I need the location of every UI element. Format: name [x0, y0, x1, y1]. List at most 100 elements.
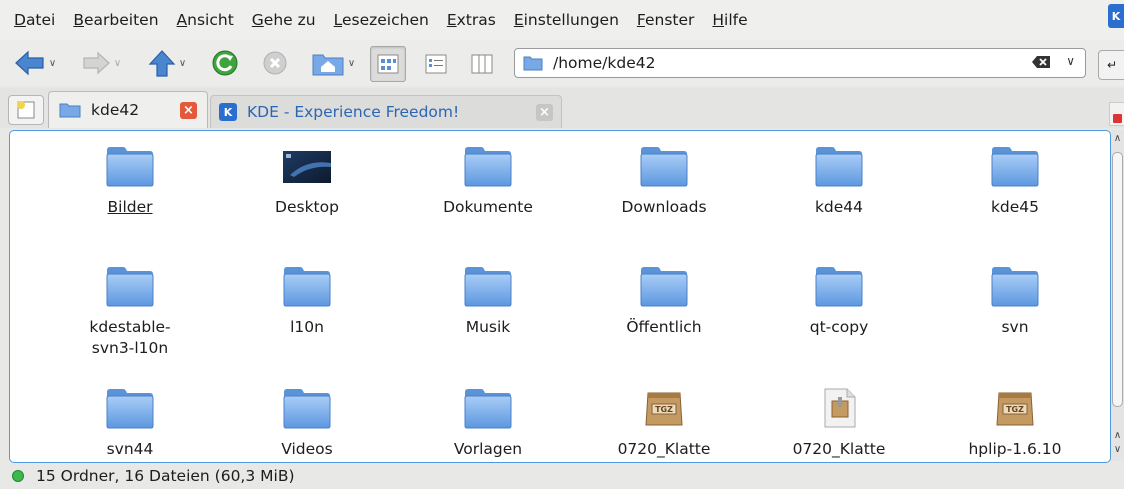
- up-button[interactable]: ∨: [142, 47, 192, 79]
- file-name: Downloads: [621, 198, 707, 216]
- tgz-archive-icon: TGZ: [996, 392, 1034, 426]
- file-name: svn: [1001, 318, 1029, 336]
- file-item[interactable]: Musik: [408, 265, 568, 338]
- scrollbar-thumb[interactable]: [1112, 152, 1123, 407]
- file-name: Vorlagen: [453, 440, 523, 458]
- tab-kde42[interactable]: kde42 ×: [48, 91, 208, 128]
- file-item[interactable]: Bilder: [50, 145, 210, 218]
- file-item[interactable]: l10n: [227, 265, 387, 338]
- back-button[interactable]: ∨: [10, 47, 60, 79]
- scroll-down-icon[interactable]: ∧ ∨: [1111, 429, 1124, 455]
- chevron-down-icon[interactable]: ∨: [114, 58, 121, 69]
- location-bar[interactable]: /home/kde42 ∨: [514, 48, 1086, 78]
- details-view-icon: [425, 54, 447, 74]
- file-name: svn44: [106, 440, 154, 458]
- folder-icon: [523, 56, 543, 71]
- file-name: qt-copy: [809, 318, 869, 336]
- file-name: Musik: [465, 318, 511, 336]
- menu-fenster[interactable]: Fenster: [635, 11, 697, 29]
- file-name: kde44: [814, 198, 864, 216]
- chevron-down-icon[interactable]: ∨: [1066, 54, 1075, 68]
- tab-label: kde42: [91, 101, 140, 119]
- file-item[interactable]: qt-copy: [759, 265, 919, 338]
- folder-icon: [464, 389, 512, 429]
- return-icon: ↵: [1106, 58, 1118, 72]
- tgz-archive-icon: TGZ: [645, 392, 683, 426]
- folder-icon: [283, 267, 331, 307]
- file-item[interactable]: svn: [935, 265, 1095, 338]
- file-item[interactable]: TGZ hplip-1.6.10: [935, 387, 1095, 460]
- file-name: Videos: [281, 440, 333, 458]
- menu-einstellungen[interactable]: Einstellungen: [512, 11, 621, 29]
- vertical-scrollbar[interactable]: ∧ ∧ ∨: [1111, 130, 1124, 461]
- desktop-icon: [283, 151, 331, 183]
- file-item[interactable]: Desktop: [227, 145, 387, 218]
- menu-lesezeichen[interactable]: Lesezeichen: [332, 11, 431, 29]
- chevron-down-icon[interactable]: ∨: [49, 58, 56, 69]
- menu-hilfe[interactable]: Hilfe: [710, 11, 749, 29]
- menubar: Datei Bearbeiten Ansicht Gehe zu Lesezeichen…: [0, 0, 1124, 40]
- home-button[interactable]: ∨: [304, 47, 362, 79]
- home-folder-icon: [312, 54, 344, 76]
- folder-icon: [991, 147, 1039, 187]
- status-bar: 15 Ordner, 16 Dateien (60,3 MiB): [0, 463, 1124, 489]
- folder-icon: [991, 267, 1039, 307]
- forward-button[interactable]: ∨: [76, 47, 126, 79]
- file-name: Öffentlich: [626, 318, 702, 336]
- file-name: kdestable- svn3-l10n: [89, 318, 171, 357]
- close-tab-icon[interactable]: ×: [536, 103, 553, 121]
- menu-extras[interactable]: Extras: [445, 11, 498, 29]
- folder-icon: [283, 389, 331, 429]
- go-button[interactable]: ↵: [1098, 50, 1124, 80]
- chevron-down-icon[interactable]: ∨: [348, 58, 355, 69]
- file-item[interactable]: Vorlagen: [408, 387, 568, 460]
- file-name: 0720_Klatte: [617, 440, 711, 458]
- file-item[interactable]: kdestable- svn3-l10n: [50, 265, 210, 359]
- new-tab-button[interactable]: [8, 95, 44, 125]
- menu-datei[interactable]: Datei: [12, 11, 57, 29]
- file-item[interactable]: TGZ 0720_Klatte: [584, 387, 744, 460]
- column-view-button[interactable]: [464, 46, 500, 82]
- column-view-icon: [471, 54, 493, 74]
- file-item[interactable]: Videos: [227, 387, 387, 460]
- close-tab-icon[interactable]: ×: [180, 101, 197, 119]
- file-item[interactable]: Dokumente: [408, 145, 568, 218]
- tab-kde-website[interactable]: K KDE - Experience Freedom! ×: [210, 95, 562, 128]
- file-name: l10n: [290, 318, 324, 336]
- arrow-right-icon: [83, 51, 110, 75]
- kde-logo-icon: K: [219, 103, 237, 121]
- file-name: Bilder: [107, 198, 153, 216]
- menu-ansicht[interactable]: Ansicht: [175, 11, 236, 29]
- file-name: Dokumente: [443, 198, 533, 216]
- scroll-up-icon[interactable]: ∧: [1111, 132, 1124, 146]
- folder-icon: [464, 267, 512, 307]
- clear-location-icon[interactable]: [1031, 55, 1051, 69]
- file-item[interactable]: svn44: [50, 387, 210, 460]
- file-item[interactable]: 0720_Klatte: [759, 387, 919, 460]
- status-ok-icon: [12, 470, 24, 482]
- chevron-down-icon[interactable]: ∨: [179, 58, 186, 69]
- file-item[interactable]: kde44: [759, 145, 919, 218]
- icon-view-icon: [377, 54, 399, 74]
- stop-button[interactable]: [258, 47, 292, 79]
- file-view[interactable]: Bilder Desktop Dokumente Downloads kde44 kde4…: [9, 130, 1111, 463]
- status-text: 15 Ordner, 16 Dateien (60,3 MiB): [36, 467, 295, 485]
- reload-button[interactable]: [208, 47, 242, 79]
- file-name: 0720_Klatte: [792, 440, 886, 458]
- arrow-up-icon: [148, 50, 176, 77]
- file-item[interactable]: Öffentlich: [584, 265, 744, 338]
- file-item[interactable]: kde45: [935, 145, 1095, 218]
- menu-bearbeiten[interactable]: Bearbeiten: [71, 11, 160, 29]
- close-current-tab-button[interactable]: [1109, 102, 1124, 126]
- file-item[interactable]: Downloads: [584, 145, 744, 218]
- reload-icon: [212, 50, 238, 76]
- details-view-button[interactable]: [418, 46, 454, 82]
- location-path[interactable]: /home/kde42: [553, 54, 655, 72]
- toolbar: ∨ ∨ ∨ ∨ /home/kde42 ∨ ↵: [0, 40, 1124, 86]
- menu-gehe-zu[interactable]: Gehe zu: [250, 11, 318, 29]
- folder-icon: [106, 147, 154, 187]
- folder-icon: [464, 147, 512, 187]
- folder-icon: [815, 267, 863, 307]
- icon-view-button[interactable]: [370, 46, 406, 82]
- tab-label: KDE - Experience Freedom!: [247, 103, 460, 121]
